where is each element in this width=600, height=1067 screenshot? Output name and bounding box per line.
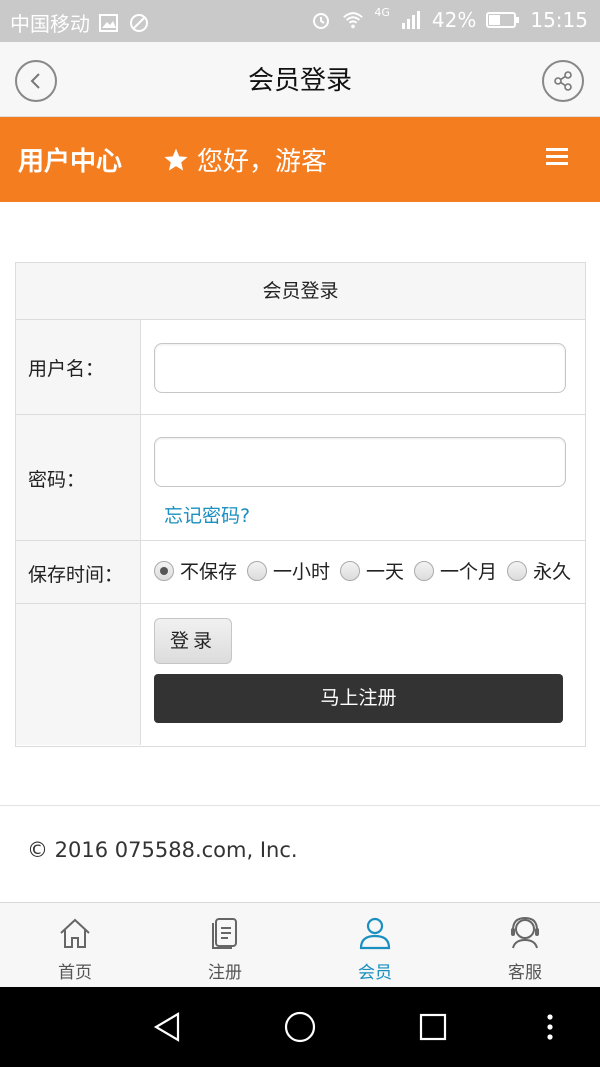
save-option-month[interactable]: 一个月	[414, 557, 497, 584]
greeting-text: 您好，游客	[197, 147, 328, 177]
radio[interactable]	[414, 560, 435, 581]
home-icon	[60, 918, 90, 948]
radio-checked[interactable]	[154, 560, 174, 581]
save-option-day[interactable]: 一天	[340, 557, 404, 584]
radio[interactable]	[340, 560, 361, 581]
password-row: 密码： 忘记密码?	[16, 415, 585, 541]
footer-divider	[0, 805, 600, 806]
battery-percent: 42%	[431, 8, 477, 32]
save-option-label: 一个月	[440, 561, 498, 583]
user-center-link[interactable]: 用户中心	[18, 141, 122, 178]
save-option-hour[interactable]: 一小时	[247, 557, 330, 584]
username-row: 用户名：	[16, 320, 585, 415]
password-label: 密码：	[28, 469, 86, 491]
status-bar: 中国移动 4G 42% 15:15	[0, 0, 600, 42]
nav-more-icon[interactable]	[546, 1013, 554, 1041]
login-form: 会员登录 用户名： 密码： 忘记密码? 保存时间： 不保存 一小时 一天 一个月…	[15, 262, 586, 747]
username-label: 用户名：	[28, 358, 105, 380]
image-icon	[99, 13, 118, 32]
save-option-label: 一天	[366, 561, 405, 583]
save-option-label: 不保存	[180, 561, 238, 583]
register-button[interactable]: 马上注册	[154, 674, 563, 723]
carrier-text: 中国移动	[10, 12, 90, 36]
headset-icon	[511, 916, 539, 949]
save-option-label: 一小时	[273, 561, 331, 583]
greeting: 您好，游客	[163, 141, 327, 178]
battery-icon	[486, 12, 520, 28]
save-time-label-cell: 保存时间：	[16, 541, 141, 603]
tab-home[interactable]: 首页	[0, 903, 150, 987]
alarm-icon	[313, 13, 330, 29]
actions-label-cell	[16, 604, 141, 745]
clock: 15:15	[530, 8, 588, 32]
menu-icon[interactable]	[546, 147, 568, 167]
username-label-cell: 用户名：	[16, 320, 141, 414]
forgot-password-link[interactable]: 忘记密码?	[164, 501, 250, 528]
copyright: © 2016 075588.com, Inc.	[27, 838, 298, 862]
star-icon	[164, 148, 188, 171]
wifi-icon	[343, 12, 364, 29]
document-icon	[212, 918, 237, 949]
tab-service[interactable]: 客服	[450, 903, 600, 987]
tab-label: 首页	[58, 963, 92, 983]
save-option-forever[interactable]: 永久	[507, 557, 571, 584]
radio[interactable]	[507, 560, 528, 581]
system-nav-bar	[0, 987, 600, 1067]
tab-register[interactable]: 注册	[150, 903, 300, 987]
user-icon	[359, 917, 391, 950]
login-button[interactable]: 登录	[154, 618, 232, 664]
tab-label: 注册	[208, 963, 242, 983]
nav-recents-icon[interactable]	[419, 1013, 447, 1041]
save-time-options: 不保存 一小时 一天 一个月 永久	[154, 557, 571, 584]
tab-member[interactable]: 会员	[300, 903, 450, 987]
save-option-label: 永久	[533, 561, 572, 583]
title-bar: 会员登录	[0, 42, 600, 117]
share-icon	[554, 71, 572, 91]
form-title: 会员登录	[16, 263, 585, 320]
nav-home-icon[interactable]	[284, 1011, 316, 1043]
password-input[interactable]	[154, 437, 566, 487]
page-title: 会员登录	[247, 66, 352, 96]
network-type: 4G	[374, 5, 390, 19]
radio[interactable]	[247, 560, 268, 581]
save-time-row: 保存时间： 不保存 一小时 一天 一个月 永久	[16, 541, 585, 604]
no-disturb-icon	[130, 13, 148, 32]
save-option-none[interactable]: 不保存	[154, 557, 237, 584]
signal-icon	[401, 11, 420, 29]
actions-row: 登录 马上注册	[16, 604, 585, 745]
username-input[interactable]	[154, 343, 566, 393]
password-label-cell: 密码：	[16, 415, 141, 540]
tab-label: 客服	[508, 963, 542, 983]
nav-back-icon[interactable]	[152, 1011, 182, 1043]
save-time-label: 保存时间：	[28, 564, 124, 586]
share-button[interactable]	[542, 60, 584, 102]
tab-label: 会员	[358, 963, 392, 983]
bottom-tab-bar: 首页 注册 会员 客服	[0, 902, 600, 987]
user-header: 用户中心 您好，游客	[0, 117, 600, 202]
